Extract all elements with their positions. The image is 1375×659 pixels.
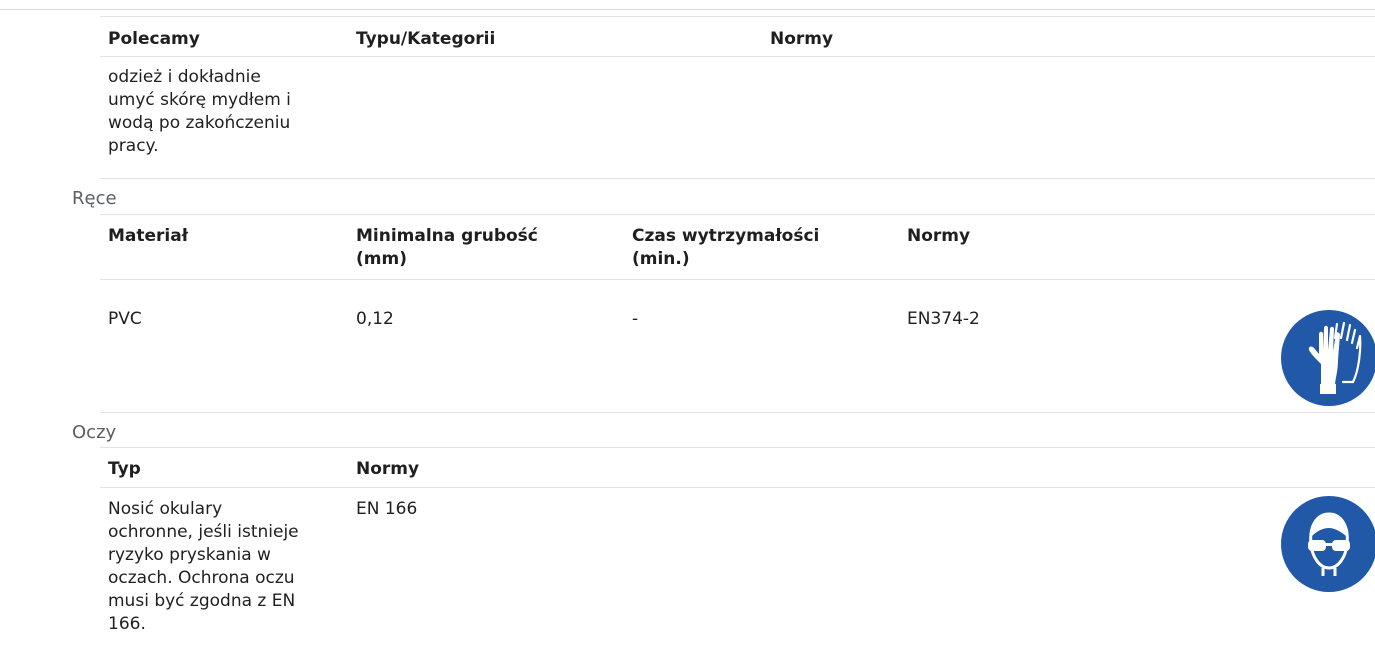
hands-header-norms: Normy: [907, 226, 971, 246]
text-line: 166.: [108, 614, 146, 634]
hands-header-rule: [100, 279, 1375, 280]
section-title-hands: Ręce: [72, 188, 117, 209]
table1-row-recommendation: odzież i dokładnie umyć skórę mydłem i w…: [108, 66, 348, 158]
hands-norms-value: EN374-2: [907, 309, 980, 329]
eyes-header-norms: Normy: [356, 459, 420, 479]
hands-breakthrough-value: -: [632, 309, 639, 329]
hands-header-breakthrough: Czas wytrzymałości (min.): [632, 226, 820, 269]
hands-header-thickness: Minimalna grubość (mm): [356, 226, 538, 269]
table1-header-norms: Normy: [770, 29, 834, 49]
top-divider: [0, 9, 1375, 10]
text-line: umyć skórę mydłem i: [108, 90, 291, 110]
table1-header-type: Typu/Kategorii: [356, 29, 496, 49]
hands-thickness-value: 0,12: [356, 309, 394, 329]
hands-material-value: PVC: [108, 309, 142, 329]
section-title-eyes: Oczy: [72, 422, 117, 443]
gloves-icon: [1281, 310, 1375, 406]
text-line: ochronne, jeśli istnieje: [108, 522, 299, 542]
safety-goggles-icon: [1281, 496, 1375, 592]
eyes-type-value: Nosić okulary ochronne, jeśli istnieje r…: [108, 498, 348, 636]
hands-top-rule: [100, 214, 1375, 215]
eyes-header-rule: [100, 487, 1375, 488]
text-line: ryzyko pryskania w: [108, 545, 271, 565]
table1-header-rule: [100, 56, 1375, 57]
hands-header-material: Materiał: [108, 226, 189, 246]
eyes-norms-value: EN 166: [356, 499, 418, 519]
table1-bottom-rule: [100, 178, 1375, 179]
text-line: oczach. Ochrona oczu: [108, 568, 295, 588]
eyes-header-type: Typ: [108, 459, 141, 479]
hands-bottom-rule: [100, 412, 1375, 413]
text-line: musi być zgodna z EN: [108, 591, 296, 611]
text-line: wodą po zakończeniu: [108, 113, 291, 133]
eyes-top-rule: [100, 447, 1375, 448]
text-line: odzież i dokładnie: [108, 67, 261, 87]
text-line: pracy.: [108, 136, 159, 156]
text-line: Nosić okulary: [108, 499, 223, 519]
table1-top-rule: [100, 16, 1375, 17]
table1-header-recommend: Polecamy: [108, 29, 200, 49]
